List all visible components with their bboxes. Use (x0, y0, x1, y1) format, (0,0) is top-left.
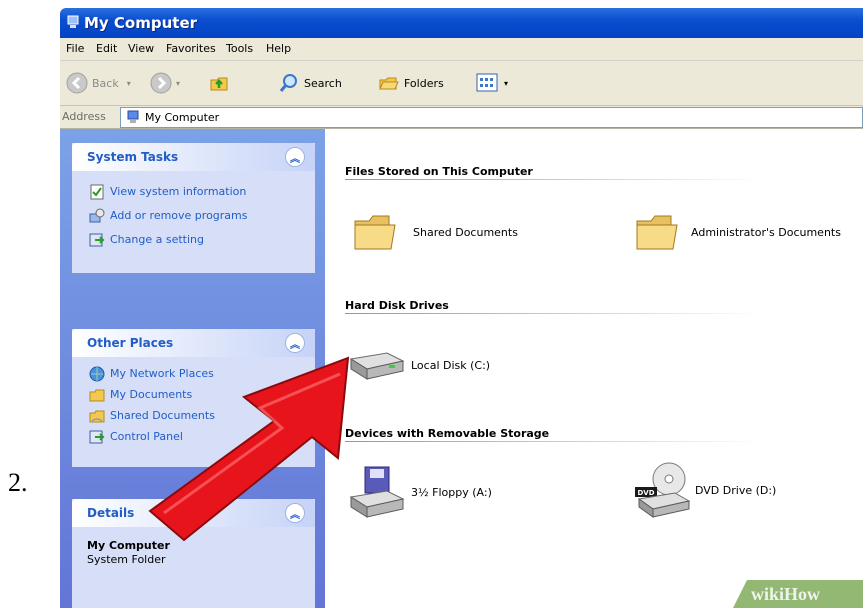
step-number: 2. (8, 468, 28, 497)
red-pointer-arrow (148, 356, 350, 542)
explorer-window: My Computer File Edit View Favorites Too… (60, 8, 863, 608)
